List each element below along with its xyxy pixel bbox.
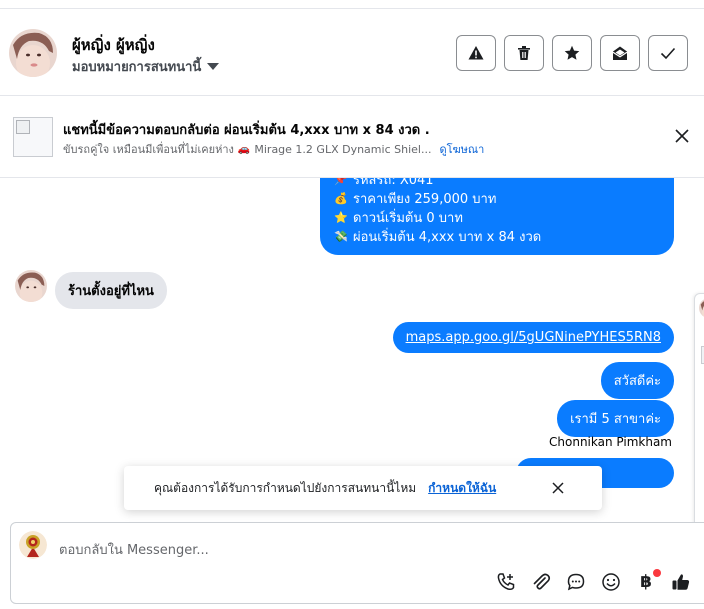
assign-to-me-link[interactable]: กำหนดให้ฉัน bbox=[428, 479, 496, 498]
contact-avatar-small[interactable] bbox=[15, 270, 47, 302]
contact-avatar[interactable] bbox=[9, 29, 57, 77]
sender-name: Chonnikan Pimkham bbox=[549, 435, 672, 449]
branches-message-bubble: เรามี 5 สาขาค่ะ bbox=[557, 400, 674, 437]
star-emoji-icon: ⭐ bbox=[334, 211, 348, 224]
open-envelope-icon bbox=[612, 46, 628, 60]
view-ad-link[interactable]: ดูโฆษณา bbox=[439, 140, 484, 158]
ad-subtitle-text: ขับรถคู่ใจ เหมือนมีเพื่อนที่ไม่เคยห่าง bbox=[63, 143, 234, 156]
smiley-icon bbox=[602, 573, 620, 591]
call-button[interactable] bbox=[495, 571, 517, 593]
promo-line-text: ราคาเพียง 259,000 บาท bbox=[353, 192, 497, 207]
peek-avatar bbox=[699, 298, 704, 318]
page-avatar bbox=[19, 531, 47, 559]
incoming-message-bubble: ร้านตั้งอยู่ที่ไหน bbox=[55, 272, 167, 309]
assign-prompt-toast: คุณต้องการได้รับการกำหนดไปยังการสนทนานี้… bbox=[124, 466, 602, 510]
notification-dot bbox=[653, 569, 661, 577]
warning-icon bbox=[468, 46, 484, 60]
promo-message-bubble: 📌 รหัสรถ: X041 💰 ราคาเพียง 259,000 บาท ⭐ ดา… bbox=[320, 178, 674, 255]
assign-conversation-dropdown[interactable]: มอบหมายการสนทนานี้ bbox=[72, 56, 220, 77]
saved-replies-button[interactable] bbox=[565, 571, 587, 593]
promo-line: 💸 ผ่อนเริ่มต้น 4,xxx บาท x 84 งวด bbox=[334, 227, 660, 246]
assign-label: มอบหมายการสนทนานี้ bbox=[72, 60, 202, 75]
like-button[interactable] bbox=[670, 571, 692, 593]
delete-button[interactable] bbox=[504, 35, 544, 71]
message-composer: ตอบกลับใน Messenger... ฿ bbox=[10, 522, 704, 604]
caret-down-icon bbox=[207, 62, 220, 70]
contact-name: ผู้หญิ่ง ผู้หญิ่ง bbox=[72, 36, 155, 54]
close-icon[interactable] bbox=[672, 126, 692, 146]
star-button[interactable] bbox=[552, 35, 592, 71]
ad-subtitle: ขับรถคู่ใจ เหมือนมีเพื่อนที่ไม่เคยห่าง 🚗… bbox=[63, 140, 484, 158]
mark-spam-button[interactable] bbox=[456, 35, 496, 71]
reply-input[interactable]: ตอบกลับใน Messenger... bbox=[59, 539, 209, 560]
car-emoji-icon: 🚗 bbox=[237, 143, 251, 155]
ad-thumbnail[interactable] bbox=[13, 117, 53, 157]
baht-icon: ฿ bbox=[640, 572, 652, 592]
promo-line-text: ผ่อนเริ่มต้น 4,xxx บาท x 84 งวด bbox=[353, 230, 542, 245]
greeting-message-bubble: สวัสดีค่ะ bbox=[600, 362, 674, 399]
promo-line: ⭐ ดาวน์เริ่มต้น 0 บาท bbox=[334, 208, 660, 227]
phone-plus-icon bbox=[497, 573, 515, 591]
thumbs-up-icon bbox=[672, 574, 690, 590]
conversation-actions bbox=[456, 35, 688, 71]
ad-title: แชทนี้มีข้อความตอบกลับต่อ ผ่อนเริ่มต้น 4… bbox=[63, 123, 430, 138]
chat-bubble-icon bbox=[567, 573, 585, 591]
payment-button[interactable]: ฿ bbox=[635, 569, 661, 593]
ad-context-banner: แชทนี้มีข้อความตอบกลับต่อ ผ่อนเริ่มต้น 4… bbox=[0, 96, 704, 178]
attach-button[interactable] bbox=[530, 571, 552, 593]
mark-unread-button[interactable] bbox=[600, 35, 640, 71]
side-panel-peek[interactable] bbox=[694, 293, 704, 522]
money-wings-emoji-icon: 💸 bbox=[334, 230, 348, 243]
conversation-header: ผู้หญิ่ง ผู้หญิ่ง มอบหมายการสนทนานี้ bbox=[0, 8, 704, 96]
mark-done-button[interactable] bbox=[648, 35, 688, 71]
star-icon bbox=[564, 45, 580, 60]
close-icon[interactable] bbox=[550, 480, 566, 496]
check-icon bbox=[660, 47, 676, 60]
assign-prompt-text: คุณต้องการได้รับการกำหนดไปยังการสนทนานี้… bbox=[154, 480, 417, 495]
pin-emoji-icon: 📌 bbox=[334, 178, 348, 186]
promo-line: 💰 ราคาเพียง 259,000 บาท bbox=[334, 189, 660, 208]
ad-subtitle-car: Mirage 1.2 GLX Dynamic Shiel... bbox=[254, 142, 432, 156]
promo-line-text: ดาวน์เริ่มต้น 0 บาท bbox=[353, 211, 463, 226]
maps-link-message[interactable]: maps.app.goo.gl/5gUGNinePYHES5RN8 bbox=[392, 322, 674, 353]
emoji-button[interactable] bbox=[600, 571, 622, 593]
paperclip-icon bbox=[533, 573, 551, 590]
composer-toolbar: ฿ bbox=[495, 569, 692, 593]
money-bag-emoji-icon: 💰 bbox=[334, 192, 348, 205]
trash-icon bbox=[518, 46, 530, 60]
